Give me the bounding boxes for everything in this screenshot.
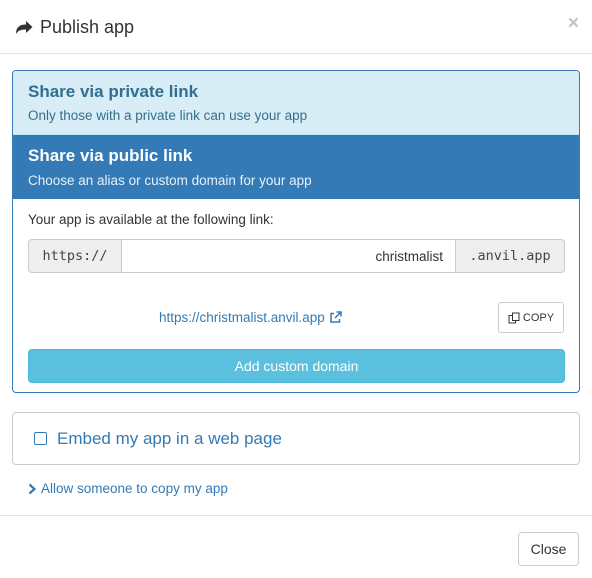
embed-app-panel[interactable]: Embed my app in a web page [12, 412, 580, 465]
copy-button[interactable]: COPY [498, 302, 564, 333]
close-button[interactable]: Close [518, 532, 579, 566]
public-link-title: Share via public link [28, 146, 193, 165]
modal-footer: Close [0, 515, 592, 578]
embed-label: Embed my app in a web page [57, 428, 282, 448]
copy-icon [508, 312, 520, 324]
available-link-label: Your app is available at the following l… [28, 212, 274, 227]
public-link-subtitle: Choose an alias or custom domain for you… [28, 173, 312, 188]
url-suffix-addon: .anvil.app [456, 239, 565, 273]
share-arrow-icon [14, 17, 34, 37]
public-url-link[interactable]: https://christmalist.anvil.app [159, 310, 342, 325]
allow-copy-link[interactable]: Allow someone to copy my app [27, 481, 228, 496]
modal-header: Publish app × [0, 0, 592, 54]
add-custom-domain-button[interactable]: Add custom domain [28, 349, 565, 383]
public-link-panel[interactable]: Share via public link Choose an alias or… [13, 135, 579, 199]
private-link-subtitle: Only those with a private link can use y… [28, 108, 308, 123]
private-link-panel[interactable]: Share via private link Only those with a… [13, 71, 579, 135]
allow-copy-label: Allow someone to copy my app [41, 481, 228, 496]
copy-label: COPY [522, 311, 555, 324]
private-link-title: Share via private link [28, 82, 199, 101]
close-icon[interactable]: × [568, 14, 579, 33]
share-options-group: Share via private link Only those with a… [12, 70, 580, 393]
modal-title: Publish app [14, 15, 134, 39]
alias-input-group: https:// .anvil.app [28, 239, 565, 273]
alias-input[interactable] [121, 239, 456, 273]
modal-title-text: Publish app [40, 16, 135, 37]
public-link-body: Your app is available at the following l… [13, 199, 579, 392]
embed-checkbox[interactable] [34, 432, 47, 445]
public-url-text: https://christmalist.anvil.app [159, 310, 325, 325]
external-link-icon [329, 311, 342, 324]
url-prefix-addon: https:// [28, 239, 121, 273]
chevron-right-icon [27, 483, 37, 495]
